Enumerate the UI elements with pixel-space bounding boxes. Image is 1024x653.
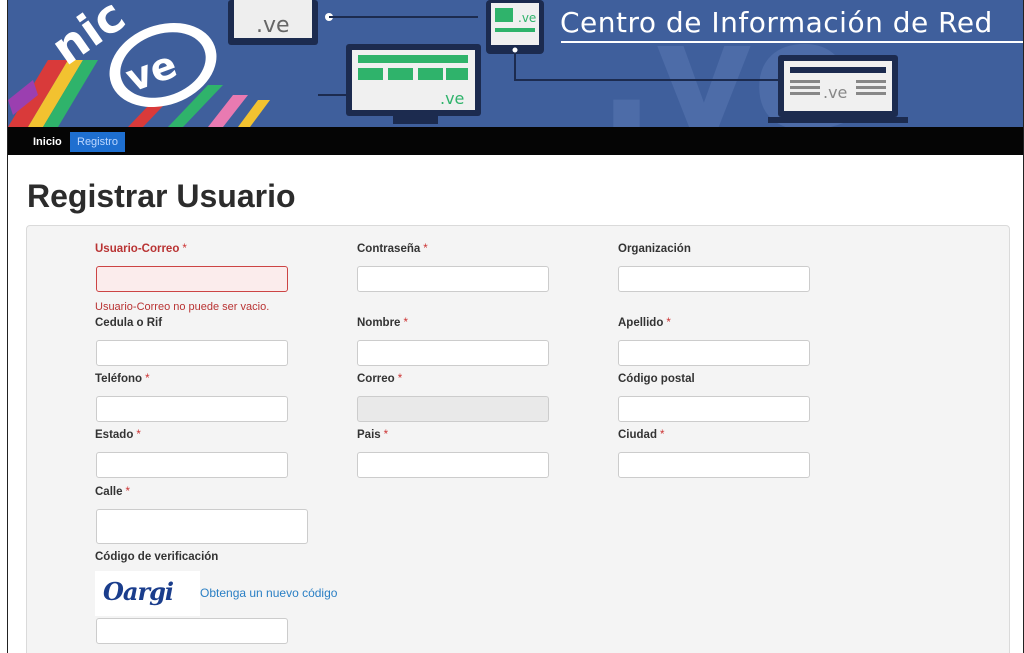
nombre-input[interactable] [357,340,549,366]
apellido-label: Apellido * [618,317,671,329]
usuario-correo-label: Usuario-Correo * [95,243,187,255]
estado-label: Estado * [95,429,141,441]
codigo-verificacion-label: Código de verificación [95,551,219,563]
cedula-label: Cedula o Rif [95,317,163,329]
page-title: Registrar Usuario [27,178,296,214]
svg-text:.ve: .ve [823,83,847,102]
monitor-illustration-1: .ve [228,0,333,45]
organizacion-input[interactable] [618,266,810,292]
main-navbar: Inicio Registro [8,127,1023,155]
header-banner: .ve nic ve .ve .ve .ve .ve Centro de Inf… [8,0,1023,127]
apellido-input[interactable] [618,340,810,366]
usuario-correo-error: Usuario-Correo no puede ser vacio. [95,301,270,313]
nav-inicio[interactable]: Inicio [26,132,69,152]
captcha-image: Oargi [95,571,200,616]
cedula-input[interactable] [96,340,288,366]
codigo-postal-input[interactable] [618,396,810,422]
svg-text:.ve: .ve [518,11,536,25]
ciudad-label: Ciudad * [618,429,665,441]
svg-text:.ve: .ve [440,89,464,108]
captcha-text: Oargi [103,577,174,606]
title-underline [561,41,1023,43]
calle-input[interactable] [96,509,308,544]
nombre-label: Nombre * [357,317,408,329]
correo-input [357,396,549,422]
ciudad-input[interactable] [618,452,810,478]
site-title: Centro de Información de Red [560,6,993,39]
correo-label: Correo * [357,373,403,385]
contrasena-input[interactable] [357,266,549,292]
codigo-verificacion-input[interactable] [96,618,288,644]
new-code-link[interactable]: Obtenga un nuevo código [200,586,337,600]
usuario-correo-input[interactable] [96,266,288,292]
estado-input[interactable] [96,452,288,478]
nav-registro[interactable]: Registro [70,132,125,152]
calle-label: Calle * [95,486,130,498]
pais-label: Pais * [357,429,389,441]
contrasena-label: Contraseña * [357,243,428,255]
monitor-illustration-3: .ve [768,55,908,123]
telefono-label: Teléfono * [95,373,150,385]
telefono-input[interactable] [96,396,288,422]
svg-text:.ve: .ve [256,13,290,38]
pais-input[interactable] [357,452,549,478]
codigo-postal-label: Código postal [618,373,695,385]
organizacion-label: Organización [618,243,691,255]
